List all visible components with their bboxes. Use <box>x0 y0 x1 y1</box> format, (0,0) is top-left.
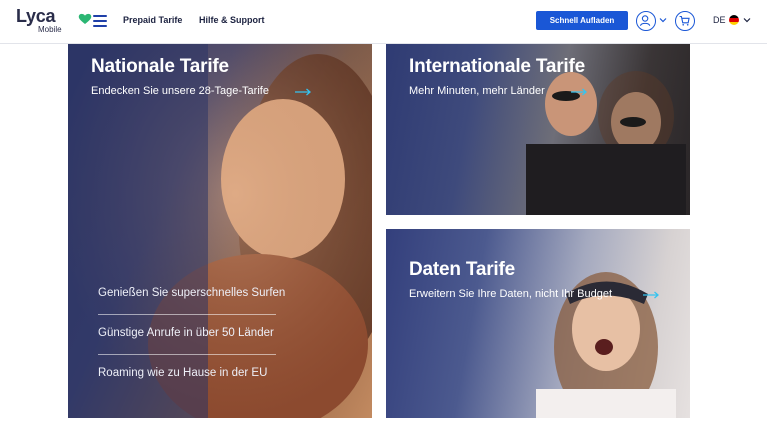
german-flag-icon[interactable] <box>729 15 739 25</box>
feature-item: Roaming wie zu Hause in der EU <box>98 367 268 379</box>
lyca-mobile-logo[interactable]: Lyca Mobile <box>16 6 92 36</box>
national-title: Nationale Tarife <box>91 56 229 77</box>
data-title: Daten Tarife <box>409 259 515 280</box>
logo-subtitle: Mobile <box>38 25 62 34</box>
chevron-down-icon[interactable] <box>659 17 667 23</box>
feature-divider <box>98 354 276 355</box>
heart-logo-icon <box>78 13 92 24</box>
feature-item: Genießen Sie superschnelles Surfen <box>98 287 286 299</box>
international-title: Internationale Tarife <box>409 56 585 77</box>
nav-prepaid-tarife[interactable]: Prepaid Tarife <box>123 15 182 25</box>
language-selector[interactable]: DE <box>713 15 726 25</box>
data-subtitle: Erweitern Sie Ihre Daten, nicht Ihr Budg… <box>409 288 612 300</box>
schnell-aufladen-button[interactable]: Schnell Aufladen <box>536 11 628 30</box>
national-plans-card[interactable]: Nationale Tarife Endecken Sie unsere 28-… <box>68 44 372 418</box>
arrow-right-icon[interactable] <box>570 88 588 96</box>
user-icon[interactable] <box>636 11 656 31</box>
data-plans-card[interactable]: Daten Tarife Erweitern Sie Ihre Daten, n… <box>386 229 690 418</box>
excited-woman-photo <box>536 272 676 418</box>
logo-wordmark: Lyca <box>16 6 56 26</box>
nav-hilfe-support[interactable]: Hilfe & Support <box>199 15 265 25</box>
chevron-down-icon[interactable] <box>743 17 751 23</box>
menu-icon[interactable] <box>93 15 107 27</box>
arrow-right-icon[interactable] <box>642 291 660 299</box>
site-header: Lyca Mobile Prepaid Tarife Hilfe & Suppo… <box>0 0 767 44</box>
smiling-woman-photo <box>68 44 372 418</box>
cart-icon[interactable] <box>675 11 695 31</box>
national-subtitle: Endecken Sie unsere 28-Tage-Tarife <box>91 85 269 97</box>
feature-item: Günstige Anrufe in über 50 Länder <box>98 327 274 339</box>
feature-divider <box>98 314 276 315</box>
international-subtitle: Mehr Minuten, mehr Länder <box>409 85 545 97</box>
international-plans-card[interactable]: Internationale Tarife Mehr Minuten, mehr… <box>386 44 690 215</box>
arrow-right-icon[interactable] <box>294 88 312 96</box>
